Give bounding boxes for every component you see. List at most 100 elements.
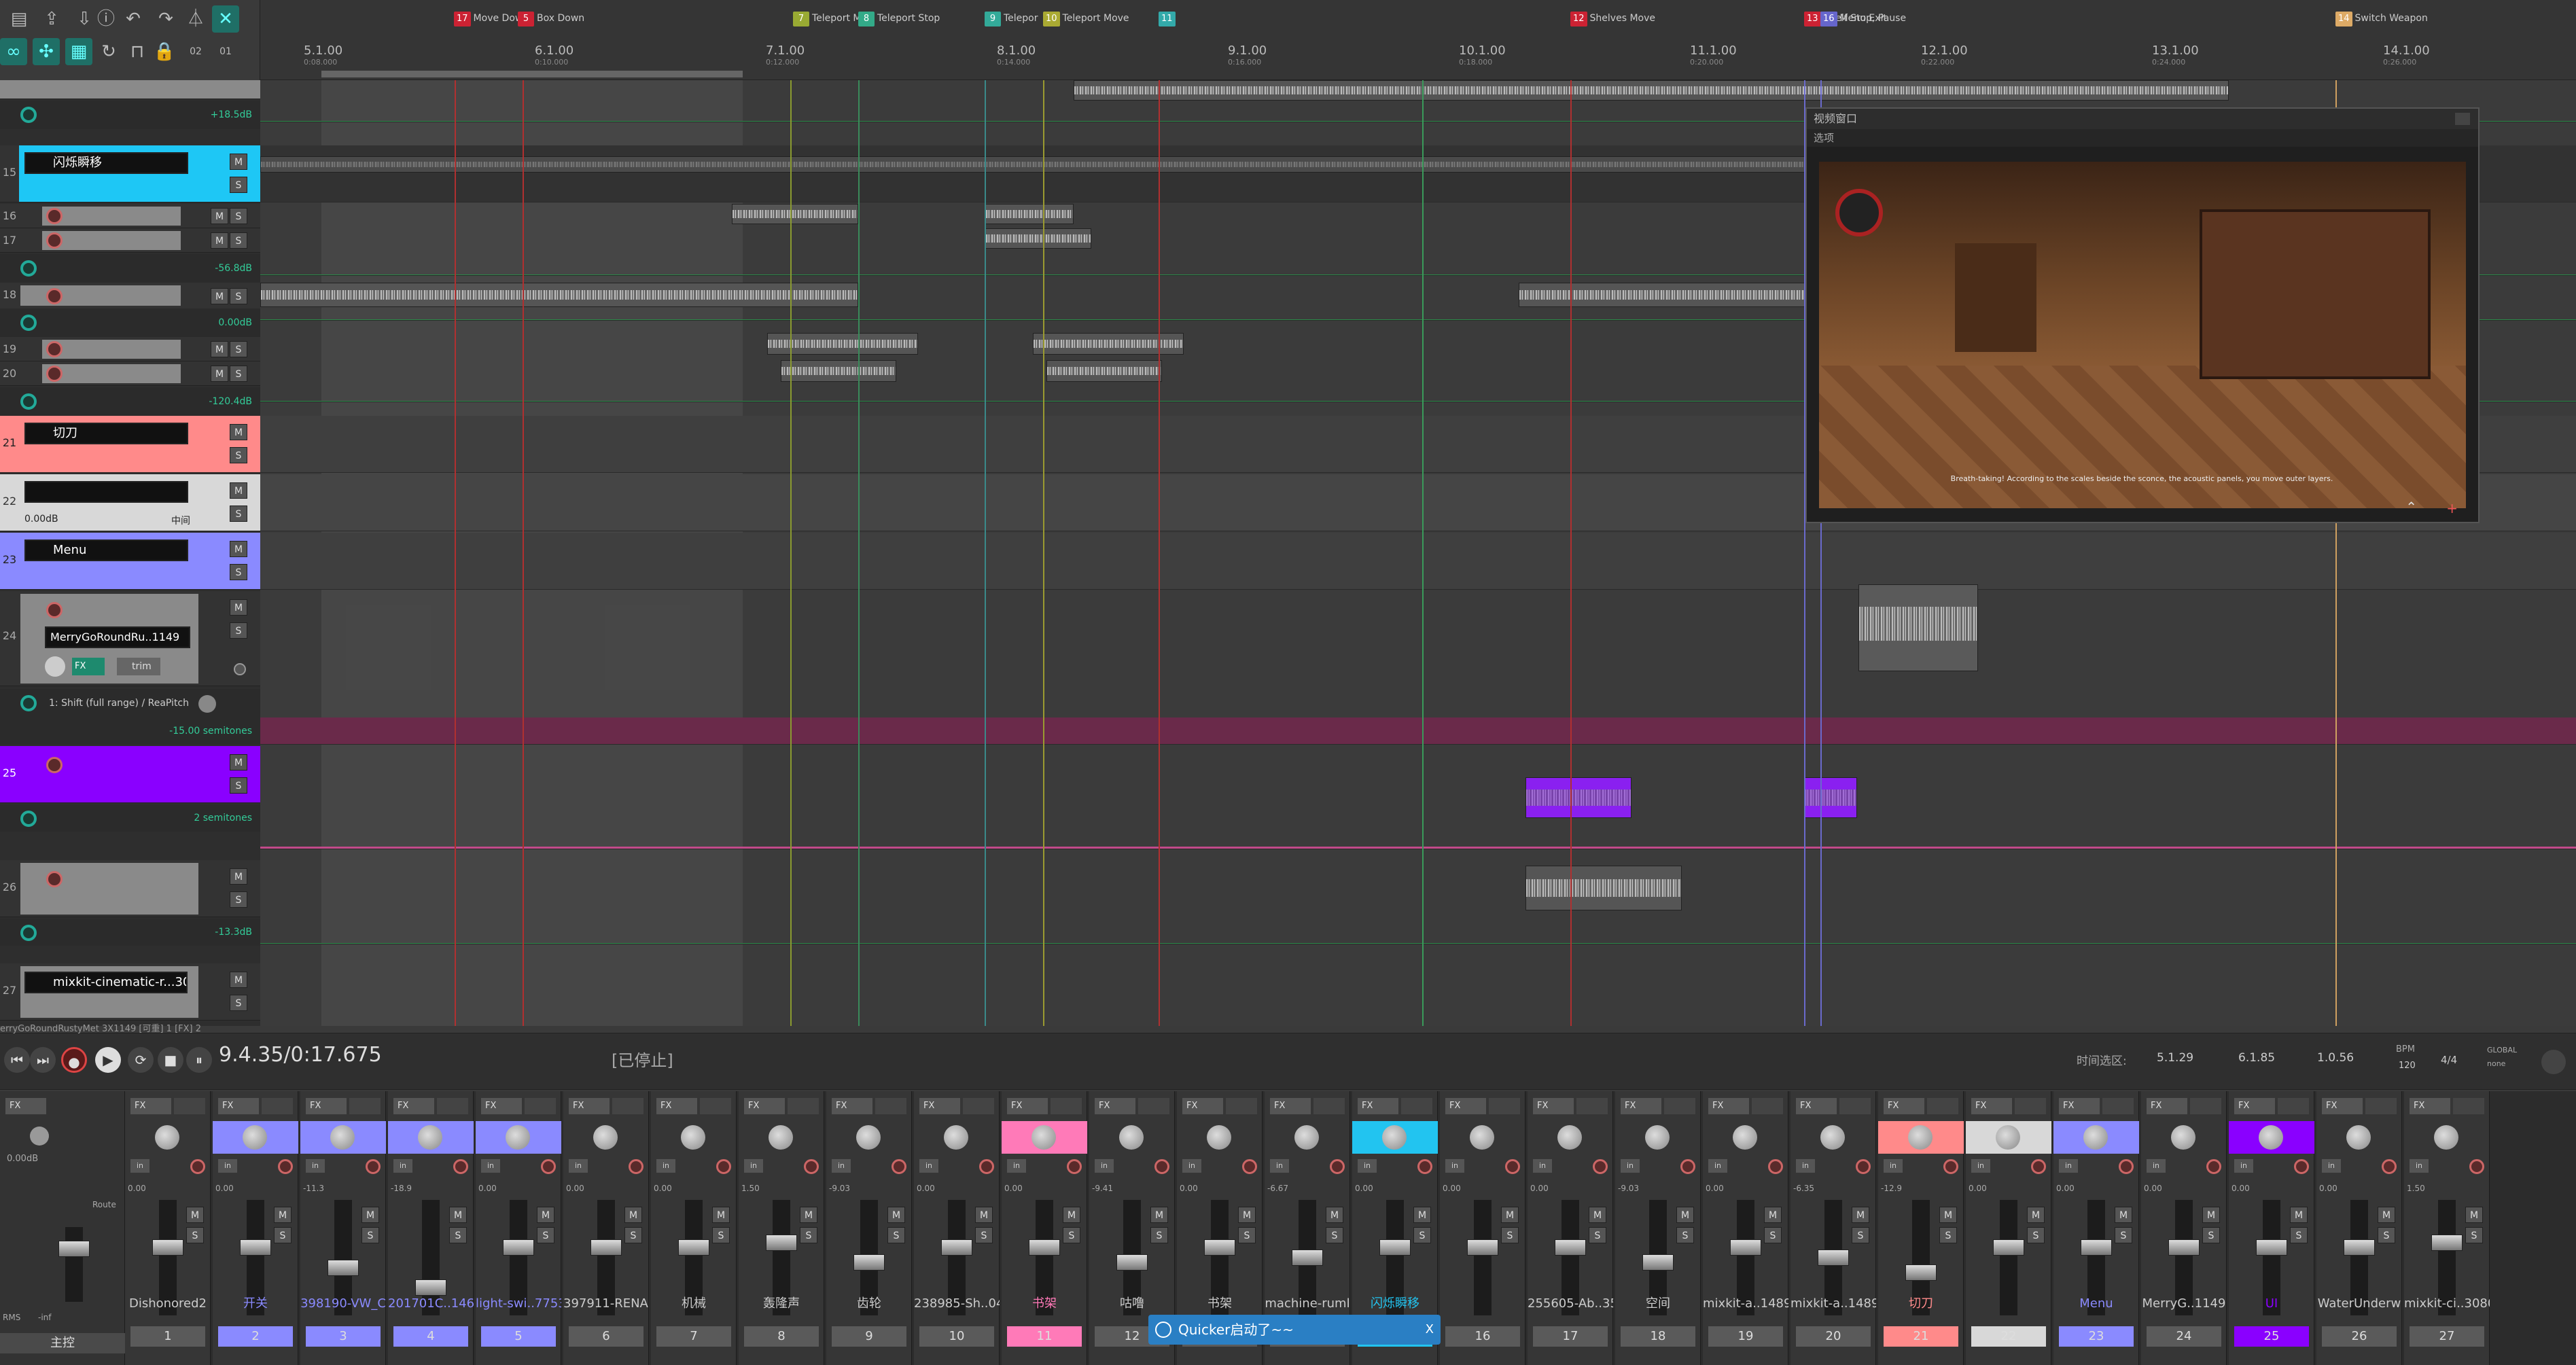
selection-end[interactable]: 6.1.85	[2238, 1051, 2275, 1065]
solo-button[interactable]: S	[537, 1227, 554, 1243]
solo-button[interactable]: S	[1939, 1227, 1957, 1243]
track-20[interactable]: 20 M S	[0, 361, 260, 386]
input-button[interactable]: in	[1007, 1159, 1026, 1173]
record-arm-icon[interactable]	[2031, 1159, 2046, 1174]
mute-button[interactable]: M	[211, 208, 228, 224]
envelope-bypass-icon[interactable]	[20, 811, 37, 827]
solo-button[interactable]: S	[230, 622, 247, 639]
record-arm-icon[interactable]	[2382, 1159, 2397, 1174]
fader-cap[interactable]	[766, 1235, 797, 1251]
marker-17[interactable]: 17 Move Dow	[454, 10, 523, 27]
selector-02-label[interactable]: 02	[182, 38, 209, 65]
mute-button[interactable]: M	[1501, 1207, 1519, 1223]
solo-button[interactable]: S	[230, 564, 247, 580]
fx-button[interactable]: FX	[2147, 1098, 2187, 1114]
fader-cap[interactable]	[1292, 1249, 1323, 1266]
envelope-row-8[interactable]: -13.3dB	[0, 919, 260, 946]
add-icon[interactable]: +	[2446, 500, 2458, 516]
pan-knob[interactable]	[1294, 1125, 1319, 1150]
mute-button[interactable]: M	[211, 341, 228, 357]
input-button[interactable]: in	[2234, 1159, 2253, 1173]
pan-knob[interactable]	[1820, 1125, 1845, 1150]
fx-button[interactable]: FX	[306, 1098, 347, 1114]
mute-button[interactable]: M	[230, 541, 247, 557]
fx-bypass-button[interactable]	[875, 1098, 906, 1114]
pan-knob[interactable]	[593, 1125, 618, 1150]
input-button[interactable]: in	[1708, 1159, 1727, 1173]
fx-bypass-button[interactable]	[349, 1098, 381, 1114]
solo-button[interactable]: S	[274, 1227, 292, 1243]
fx-bypass-button[interactable]	[437, 1098, 468, 1114]
go-end-icon[interactable]: ⏭	[30, 1047, 56, 1073]
audio-item[interactable]	[781, 360, 896, 382]
channel-name[interactable]: 齿轮	[826, 1286, 912, 1322]
mute-button[interactable]: M	[361, 1207, 379, 1223]
selector-01-label[interactable]: 01	[212, 38, 239, 65]
pan-knob[interactable]	[1119, 1125, 1144, 1150]
fx-bypass-button[interactable]	[2015, 1098, 2046, 1114]
record-icon[interactable]: ●	[61, 1047, 87, 1073]
audio-item-ui[interactable]	[1525, 777, 1631, 818]
mute-button[interactable]: M	[1939, 1207, 1957, 1223]
pan-knob[interactable]	[769, 1125, 793, 1150]
input-button[interactable]: in	[1358, 1159, 1377, 1173]
fader-cap[interactable]	[941, 1239, 972, 1256]
marker-11[interactable]: 11	[1159, 10, 1178, 27]
input-button[interactable]: in	[744, 1159, 763, 1173]
bpm-value[interactable]: 120	[2399, 1061, 2416, 1071]
track-24[interactable]: 24 MerryGoRoundRu..1149 FX trim M S	[0, 591, 260, 686]
mute-button[interactable]: M	[230, 972, 247, 988]
fx-button[interactable]: FX	[1533, 1098, 1574, 1114]
input-button[interactable]: in	[2410, 1159, 2429, 1173]
mute-button[interactable]: M	[800, 1207, 817, 1223]
record-arm-icon[interactable]	[453, 1159, 468, 1174]
record-arm-icon[interactable]	[1417, 1159, 1432, 1174]
track-22[interactable]: 22 M S 0.00dB 中间	[0, 474, 260, 531]
pan-knob[interactable]	[1645, 1125, 1670, 1150]
video-close-icon[interactable]	[2455, 113, 2470, 125]
audio-item[interactable]	[1046, 360, 1162, 382]
audio-item-ui[interactable]	[1804, 777, 1857, 818]
mute-button[interactable]: M	[537, 1207, 554, 1223]
mute-button[interactable]: M	[186, 1207, 204, 1223]
pan-knob[interactable]	[2434, 1125, 2458, 1150]
mute-button[interactable]: M	[624, 1207, 642, 1223]
audio-item[interactable]	[1525, 866, 1682, 910]
stop-icon[interactable]: ■	[158, 1047, 183, 1073]
record-arm-icon[interactable]	[1505, 1159, 1520, 1174]
pan-knob[interactable]	[1470, 1125, 1494, 1150]
record-arm-icon[interactable]	[1856, 1159, 1871, 1174]
solo-button[interactable]: S	[230, 288, 247, 304]
fx-bypass-button[interactable]	[700, 1098, 731, 1114]
record-arm-icon[interactable]	[2206, 1159, 2221, 1174]
pan-knob[interactable]	[2346, 1125, 2371, 1150]
pan-knob[interactable]	[418, 1125, 442, 1150]
channel-name[interactable]: 238985-Sh..04	[914, 1286, 1000, 1322]
channel-name[interactable]	[1966, 1286, 2051, 1322]
auto-crossfade-icon[interactable]: ✣	[33, 38, 60, 65]
input-button[interactable]: in	[569, 1159, 588, 1173]
track-25[interactable]: 25 M S	[0, 746, 260, 803]
mute-button[interactable]: M	[1150, 1207, 1168, 1223]
track-name[interactable]: Menu	[24, 539, 188, 561]
track-name[interactable]: 切刀	[24, 423, 188, 444]
fader-cap[interactable]	[328, 1260, 359, 1276]
pan-knob[interactable]	[1996, 1125, 2020, 1150]
pan-knob[interactable]	[1733, 1125, 1757, 1150]
envelope-row-1[interactable]: +18.5dB	[0, 101, 260, 129]
channel-name[interactable]: UI	[2229, 1286, 2314, 1322]
input-button[interactable]: in	[1270, 1159, 1289, 1173]
fx-button[interactable]: FX	[832, 1098, 872, 1114]
mute-button[interactable]: M	[1063, 1207, 1080, 1223]
fx-button[interactable]: FX	[919, 1098, 960, 1114]
fx-bypass-button[interactable]	[1489, 1098, 1520, 1114]
input-button[interactable]: in	[1884, 1159, 1903, 1173]
envelope-knob[interactable]	[198, 695, 216, 713]
input-button[interactable]: in	[1445, 1159, 1464, 1173]
solo-button[interactable]: S	[230, 447, 247, 463]
fx-bypass-button[interactable]	[2453, 1098, 2484, 1114]
fx-button[interactable]: FX	[1007, 1098, 1048, 1114]
channel-name[interactable]: 机械	[651, 1286, 737, 1322]
input-button[interactable]: in	[832, 1159, 851, 1173]
fx-bypass-button[interactable]	[1138, 1098, 1169, 1114]
